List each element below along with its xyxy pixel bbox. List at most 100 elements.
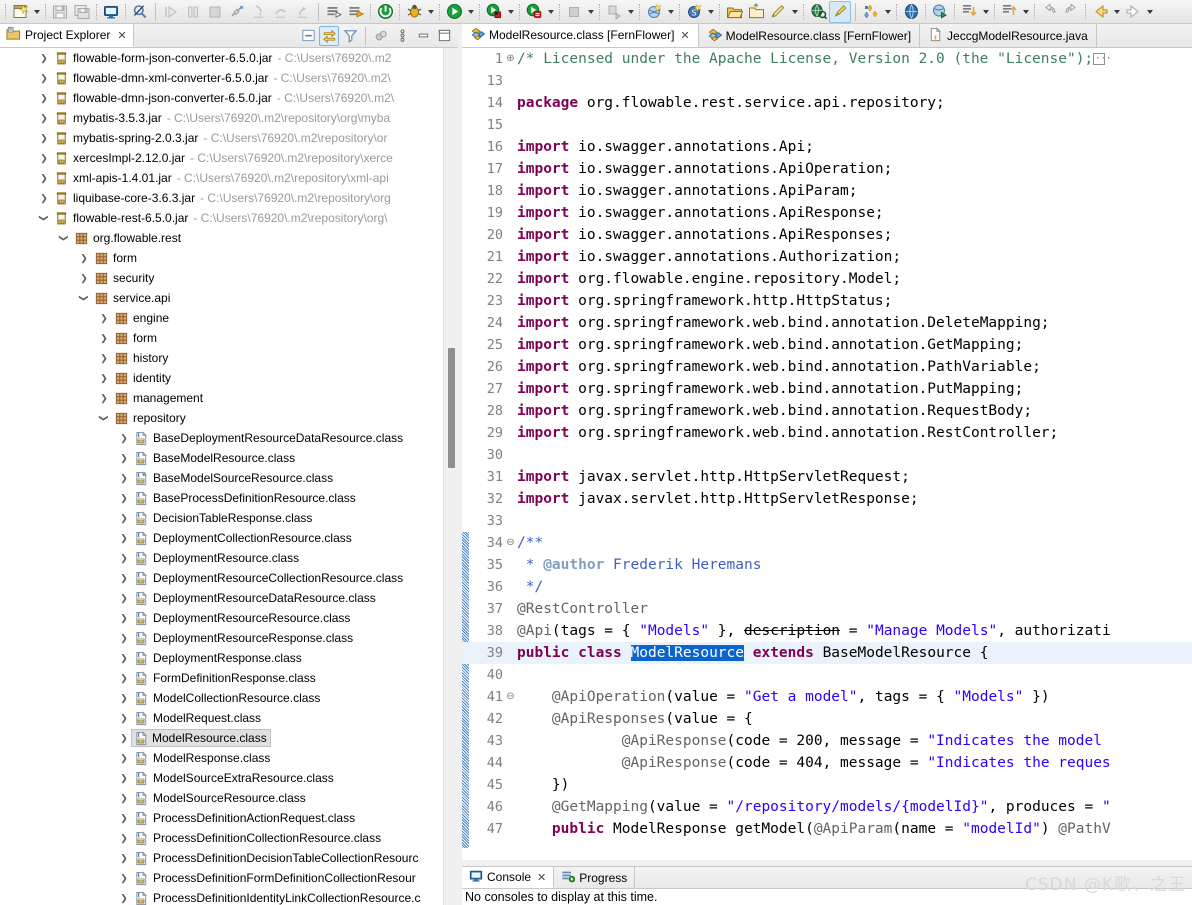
code-line-26[interactable]: 26 import org.springframework.web.bind.an…	[462, 356, 1192, 378]
tree-item-form[interactable]: ❯ form	[0, 248, 458, 268]
resume-icon[interactable]	[160, 1, 182, 23]
step-return-icon[interactable]	[292, 1, 314, 23]
tree-item-baseprocessdefinitionresource-class[interactable]: ❯ 010 BaseProcessDefinitionResource.class	[0, 488, 458, 508]
code-line-47[interactable]: 47 public ModelResponse getModel(@ApiPar…	[462, 818, 1192, 840]
tree-item-processdefinitionactionrequest-class[interactable]: ❯ 010 ProcessDefinitionActionRequest.class	[0, 808, 458, 828]
code-line-29[interactable]: 29 import org.springframework.web.bind.an…	[462, 422, 1192, 444]
tab-modelresource-class-1[interactable]: ModelResource.class [FernFlower] ✕	[462, 24, 699, 47]
code-lines[interactable]: 1 ⊕/* Licensed under the Apache License, …	[462, 48, 1192, 848]
chevron-down-icon[interactable]: ❯	[74, 290, 94, 306]
code-line-30[interactable]: 30	[462, 444, 1192, 466]
code-line-41[interactable]: 41 ⊖ @ApiOperation(value = "Get a model",…	[462, 686, 1192, 708]
chevron-right-icon[interactable]: ❯	[116, 748, 132, 768]
tree-vertical-scrollbar[interactable]	[443, 48, 458, 905]
tab-project-explorer[interactable]: Project Explorer ✕	[0, 24, 134, 47]
tree-item-processdefinitionidentitylinkcollectionresource-c[interactable]: ❯ 010 ProcessDefinitionIdentityLinkCollect…	[0, 888, 458, 905]
link-with-editor-icon[interactable]	[319, 25, 339, 46]
code-line-18[interactable]: 18 import io.swagger.annotations.ApiParam…	[462, 180, 1192, 202]
external-tools-icon[interactable]	[603, 1, 625, 23]
tree-item-deploymentresourcecollectionresource-class[interactable]: ❯ 010 DeploymentResourceCollectionResource…	[0, 568, 458, 588]
chevron-right-icon[interactable]: ❯	[96, 348, 112, 368]
code-line-33[interactable]: 33	[462, 510, 1192, 532]
tree-item-deploymentcollectionresource-class[interactable]: ❯ 010 DeploymentCollectionResource.class	[0, 528, 458, 548]
chevron-right-icon[interactable]: ❯	[116, 628, 132, 648]
code-line-14[interactable]: 14 package org.flowable.rest.service.api.…	[462, 92, 1192, 114]
tree-item-mybatis-spring-2-0-3-jar[interactable]: ❯ 010 mybatis-spring-2.0.3.jar - C:\Users\7…	[0, 128, 458, 148]
tree-item-modelsourceresource-class[interactable]: ❯ 010 ModelSourceResource.class	[0, 788, 458, 808]
search-globe-icon[interactable]	[807, 1, 829, 23]
code-line-37[interactable]: 37 @RestController	[462, 598, 1192, 620]
code-line-43[interactable]: 43 @ApiResponse(code = 200, message = "I…	[462, 730, 1192, 752]
code-line-42[interactable]: 42 @ApiResponses(value = {	[462, 708, 1192, 730]
new-dropdown-arrow[interactable]	[31, 1, 42, 23]
tree-item-modelcollectionresource-class[interactable]: ❯ 010 ModelCollectionResource.class	[0, 688, 458, 708]
chevron-right-icon[interactable]: ❯	[116, 828, 132, 848]
new-wizard-icon[interactable]	[9, 1, 31, 23]
tree-item-xml-apis-1-4-01-jar[interactable]: ❯ 010 xml-apis-1.4.01.jar - C:\Users\76920\…	[0, 168, 458, 188]
code-line-15[interactable]: 15	[462, 114, 1192, 136]
code-line-22[interactable]: 22 import org.flowable.engine.repository.…	[462, 268, 1192, 290]
profile-icon[interactable]	[523, 1, 545, 23]
chevron-down-icon[interactable]: ❯	[34, 210, 54, 226]
view-menu-filter-icon[interactable]	[340, 26, 360, 46]
previous-annotation-icon[interactable]	[958, 1, 980, 23]
drop-to-frame-icon[interactable]	[345, 1, 367, 23]
previous-annotation-dropdown-arrow[interactable]	[980, 1, 991, 23]
new-java-class-icon[interactable]: S	[683, 1, 705, 23]
code-line-23[interactable]: 23 import org.springframework.http.HttpSt…	[462, 290, 1192, 312]
highlight-icon[interactable]	[829, 0, 851, 23]
tab-modelresource-class-2[interactable]: ModelResource.class [FernFlower]	[699, 24, 921, 47]
save-all-icon[interactable]	[71, 1, 93, 23]
tree-item-identity[interactable]: ❯ identity	[0, 368, 458, 388]
chevron-right-icon[interactable]: ❯	[76, 248, 92, 268]
profile-dropdown-arrow[interactable]	[545, 1, 556, 23]
chevron-right-icon[interactable]: ❯	[116, 528, 132, 548]
maximize-icon[interactable]	[434, 26, 454, 46]
chevron-right-icon[interactable]: ❯	[36, 188, 52, 208]
tab-console[interactable]: Console ✕	[462, 867, 555, 888]
run-icon[interactable]	[443, 1, 465, 23]
chevron-right-icon[interactable]: ❯	[116, 588, 132, 608]
code-line-32[interactable]: 32 import javax.servlet.http.HttpServletR…	[462, 488, 1192, 510]
chevron-right-icon[interactable]: ❯	[116, 568, 132, 588]
new-java-project-icon[interactable]	[643, 1, 665, 23]
chevron-right-icon[interactable]: ❯	[116, 448, 132, 468]
chevron-right-icon[interactable]: ❯	[116, 548, 132, 568]
open-task-icon[interactable]	[745, 1, 767, 23]
tree-item-modelresource-class[interactable]: ❯ 010 ModelResource.class	[0, 728, 458, 748]
step-over-icon[interactable]	[270, 1, 292, 23]
collapsed-region-icon[interactable]	[1093, 48, 1111, 70]
view-menu-icon[interactable]	[392, 26, 412, 46]
tree-selection[interactable]: 010 ModelResource.class	[131, 729, 271, 747]
minimize-icon[interactable]	[413, 26, 433, 46]
tree-item-org-flowable-rest[interactable]: ❯ org.flowable.rest	[0, 228, 458, 248]
tree-item-deploymentresource-class[interactable]: ❯ 010 DeploymentResource.class	[0, 548, 458, 568]
run-last-tool-icon[interactable]	[929, 1, 951, 23]
run-server-icon[interactable]	[374, 1, 396, 23]
chevron-right-icon[interactable]: ❯	[96, 368, 112, 388]
tab-jeccgmodelresource-java[interactable]: JeccgModelResource.java	[920, 24, 1097, 47]
chevron-right-icon[interactable]: ❯	[116, 868, 132, 888]
chevron-right-icon[interactable]: ❯	[116, 768, 132, 788]
chevron-right-icon[interactable]: ❯	[116, 688, 132, 708]
tree-item-formdefinitionresponse-class[interactable]: ❯ 010 FormDefinitionResponse.class	[0, 668, 458, 688]
edit-dropdown-arrow[interactable]	[789, 1, 800, 23]
disconnect-icon[interactable]	[226, 1, 248, 23]
debug-icon[interactable]	[403, 1, 425, 23]
code-line-1[interactable]: 1 ⊕/* Licensed under the Apache License, …	[462, 48, 1192, 70]
code-line-45[interactable]: 45 })	[462, 774, 1192, 796]
code-line-25[interactable]: 25 import org.springframework.web.bind.an…	[462, 334, 1192, 356]
new-java-class-dropdown-arrow[interactable]	[705, 1, 716, 23]
coverage-dropdown-arrow[interactable]	[505, 1, 516, 23]
fold-collapse-icon[interactable]: ⊖	[504, 686, 517, 708]
code-line-21[interactable]: 21 import io.swagger.annotations.Authoriz…	[462, 246, 1192, 268]
no-search-icon[interactable]	[129, 1, 151, 23]
code-line-35[interactable]: 35 * @author Frederik Heremans	[462, 554, 1192, 576]
code-line-44[interactable]: 44 @ApiResponse(code = 404, message = "I…	[462, 752, 1192, 774]
run-dropdown-arrow[interactable]	[465, 1, 476, 23]
forward-history-icon[interactable]	[1060, 1, 1082, 23]
terminate-icon[interactable]	[204, 1, 226, 23]
chevron-right-icon[interactable]: ❯	[96, 308, 112, 328]
next-edit-icon[interactable]	[1122, 1, 1144, 23]
coverage-icon[interactable]	[483, 1, 505, 23]
